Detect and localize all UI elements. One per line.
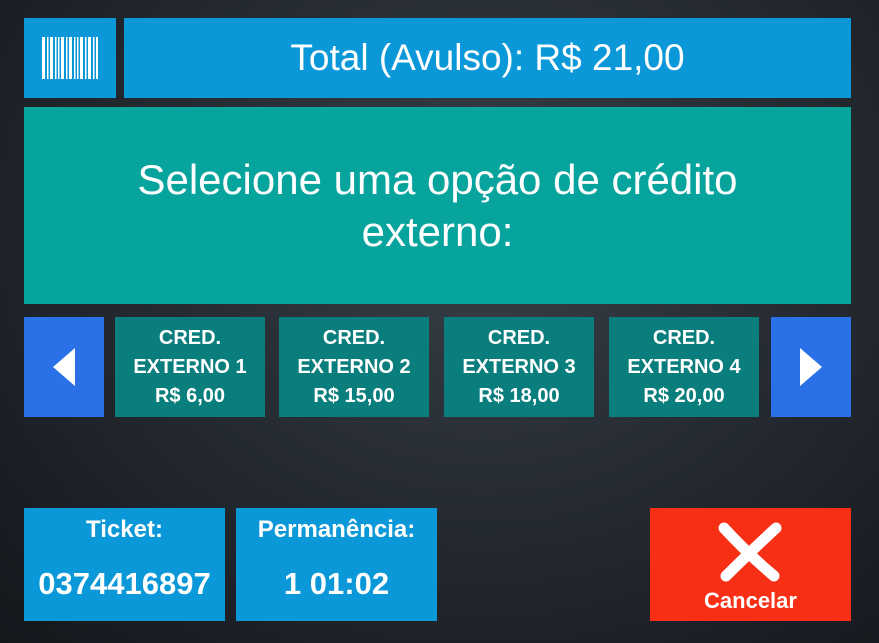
credit-option-title: CRED. [158,326,222,349]
credit-option-name: EXTERNO 3 [462,355,576,378]
stay-duration-value: 1 01:02 [283,566,390,601]
credit-option-title: CRED. [487,326,551,349]
credit-option-price: R$ 18,00 [478,384,560,407]
credit-option-name: EXTERNO 2 [297,355,411,378]
arrow-left-icon [53,348,75,386]
credit-option-3-button[interactable]: CRED. EXTERNO 3 R$ 18,00 [444,317,594,417]
credit-option-title: CRED. [652,326,716,349]
ticket-panel: Ticket: 0374416897 [24,508,225,621]
cancel-label: Cancelar [704,588,797,613]
total-label: Total (Avulso): R$ 21,00 [290,37,685,78]
credit-option-4-button[interactable]: CRED. EXTERNO 4 R$ 20,00 [609,317,759,417]
credit-option-1-button[interactable]: CRED. EXTERNO 1 R$ 6,00 [115,317,265,417]
ticket-number: 0374416897 [38,566,211,601]
credit-option-price: R$ 15,00 [313,384,395,407]
prompt-panel: Selecione uma opção de crédito externo: [24,107,851,304]
credit-option-name: EXTERNO 1 [133,355,247,378]
close-icon [718,522,782,582]
cancel-button[interactable]: Cancelar [650,508,851,621]
prev-page-button[interactable] [24,317,104,417]
credit-option-price: R$ 6,00 [154,384,226,407]
total-header: Total (Avulso): R$ 21,00 [124,18,851,98]
barcode-button[interactable] [24,18,116,98]
credit-option-title: CRED. [322,326,386,349]
credit-option-price: R$ 20,00 [643,384,725,407]
credit-option-2-button[interactable]: CRED. EXTERNO 2 R$ 15,00 [279,317,429,417]
next-page-button[interactable] [771,317,851,417]
ticket-label: Ticket: [86,516,163,543]
barcode-icon [42,37,98,79]
arrow-right-icon [800,348,822,386]
credit-option-name: EXTERNO 4 [627,355,741,378]
stay-duration-panel: Permanência: 1 01:02 [236,508,437,621]
prompt-text: Selecione uma opção de crédito externo: [137,155,738,255]
stay-duration-label: Permanência: [257,516,416,543]
